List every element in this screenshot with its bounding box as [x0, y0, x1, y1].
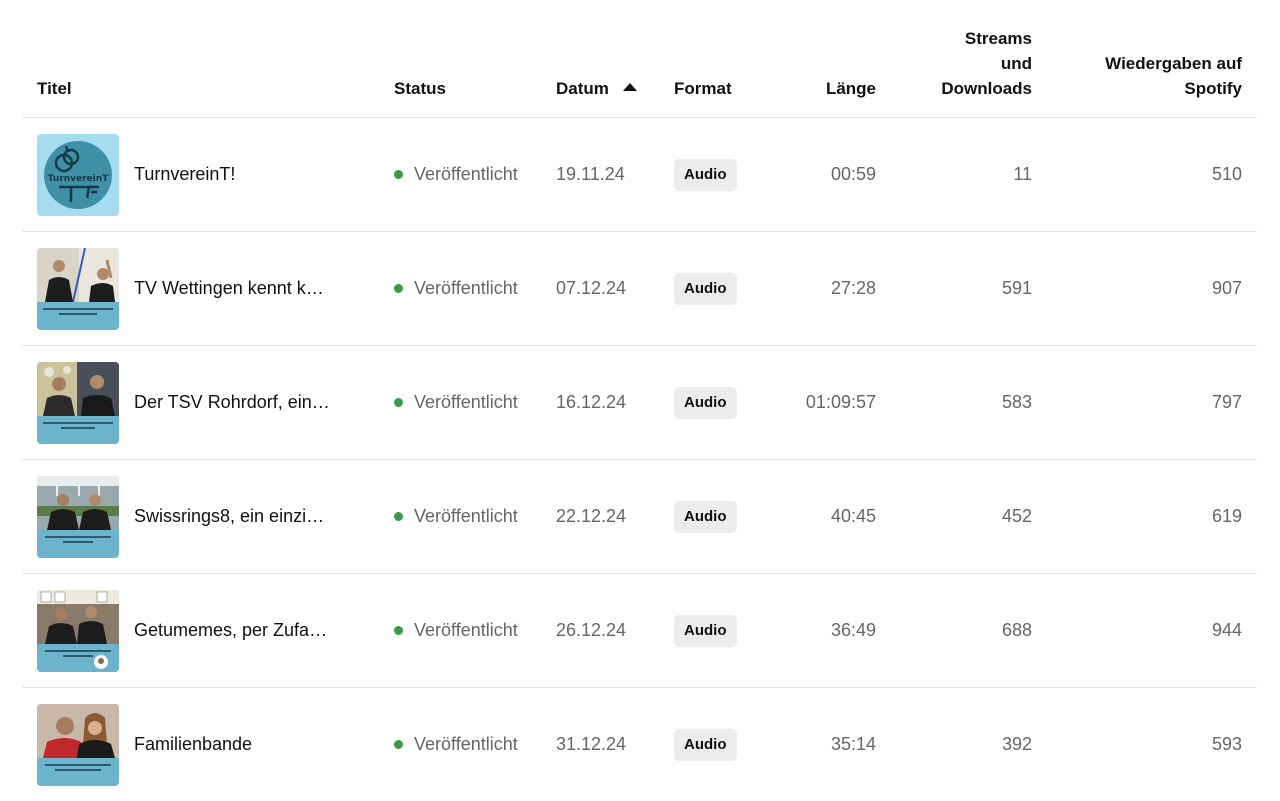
column-header-streams[interactable]: Streams und Downloads [941, 26, 1032, 101]
episode-length: 01:09:57 [805, 392, 876, 412]
status-dot-icon [394, 740, 403, 749]
spotify-plays-count: 907 [1211, 278, 1242, 298]
column-header-title-label: Titel [37, 79, 72, 98]
format-badge: Audio [674, 615, 737, 647]
episode-title[interactable]: Der TSV Rohrdorf, ein… [134, 346, 330, 459]
status-label: Veröffentlicht [414, 734, 518, 754]
status-dot-icon [394, 284, 403, 293]
status-label: Veröffentlicht [414, 392, 518, 412]
episode-date: 22.12.24 [556, 506, 627, 526]
column-header-streams-line1: Streams [964, 29, 1032, 48]
status-label: Veröffentlicht [414, 164, 518, 184]
status-cell: Veröffentlicht [394, 346, 518, 459]
spotify-plays-count: 593 [1211, 734, 1242, 754]
status-cell: Veröffentlicht [394, 688, 518, 801]
format-badge: Audio [674, 501, 737, 533]
status-cell: Veröffentlicht [394, 118, 518, 231]
episode-title[interactable]: Getumemes, per Zufa… [134, 574, 327, 687]
status-label: Veröffentlicht [414, 620, 518, 640]
column-header-date[interactable]: Datum [556, 76, 637, 101]
episode-row[interactable]: TV Wettingen kennt k… Veröffentlicht 07.… [22, 232, 1257, 346]
status-label: Veröffentlicht [414, 278, 518, 298]
spotify-plays-count: 619 [1211, 506, 1242, 526]
status-cell: Veröffentlicht [394, 574, 518, 687]
episode-cover-image [37, 362, 119, 444]
episode-cover-image [37, 476, 119, 558]
episode-cover-image [37, 704, 119, 786]
table-header: Titel Status Datum Format Länge Streams … [22, 0, 1257, 118]
column-header-format-label: Format [674, 79, 732, 98]
episode-date: 07.12.24 [556, 278, 627, 298]
episode-title[interactable]: TurnvereinT! [134, 118, 235, 231]
episodes-table: Titel Status Datum Format Länge Streams … [22, 0, 1257, 801]
episode-length: 35:14 [830, 734, 876, 754]
episode-date: 31.12.24 [556, 734, 627, 754]
episode-cover-image [37, 590, 119, 672]
episode-date: 26.12.24 [556, 620, 627, 640]
episode-length: 40:45 [830, 506, 876, 526]
column-header-streams-line3: Downloads [941, 79, 1032, 98]
column-header-length-label: Länge [825, 79, 876, 98]
column-header-streams-line2: und [1000, 54, 1032, 73]
cover-logo-text: TurnvereinT [48, 174, 109, 184]
spotify-plays-count: 510 [1211, 164, 1242, 184]
status-dot-icon [394, 626, 403, 635]
streams-downloads-count: 392 [1001, 734, 1032, 754]
streams-downloads-count: 591 [1001, 278, 1032, 298]
status-label: Veröffentlicht [414, 506, 518, 526]
column-header-spotify-line1: Wiedergaben auf [1105, 54, 1242, 73]
streams-downloads-count: 688 [1001, 620, 1032, 640]
format-badge: Audio [674, 159, 737, 191]
episode-length: 00:59 [830, 164, 876, 184]
spotify-plays-count: 944 [1211, 620, 1242, 640]
format-badge: Audio [674, 729, 737, 761]
column-header-status-label: Status [394, 79, 446, 98]
status-dot-icon [394, 398, 403, 407]
episode-row[interactable]: TurnvereinT TurnvereinT! Veröffentlicht … [22, 118, 1257, 232]
column-header-spotify[interactable]: Wiedergaben auf Spotify [1105, 51, 1242, 101]
format-badge: Audio [674, 273, 737, 305]
status-dot-icon [394, 170, 403, 179]
episode-length: 36:49 [830, 620, 876, 640]
format-badge: Audio [674, 387, 737, 419]
episode-title[interactable]: TV Wettingen kennt k… [134, 232, 324, 345]
streams-downloads-count: 452 [1001, 506, 1032, 526]
column-header-spotify-line2: Spotify [1184, 79, 1242, 98]
episode-date: 16.12.24 [556, 392, 627, 412]
status-cell: Veröffentlicht [394, 232, 518, 345]
column-header-title[interactable]: Titel [37, 76, 72, 101]
streams-downloads-count: 11 [1013, 164, 1032, 184]
column-header-date-label: Datum [556, 79, 609, 98]
episode-row[interactable]: Getumemes, per Zufa… Veröffentlicht 26.1… [22, 574, 1257, 688]
episode-row[interactable]: Der TSV Rohrdorf, ein… Veröffentlicht 16… [22, 346, 1257, 460]
episode-cover-image [37, 248, 119, 330]
column-header-status[interactable]: Status [394, 76, 446, 101]
column-header-format[interactable]: Format [674, 76, 732, 101]
episode-title[interactable]: Swissrings8, ein einzi… [134, 460, 324, 573]
spotify-plays-count: 797 [1211, 392, 1242, 412]
streams-downloads-count: 583 [1001, 392, 1032, 412]
episode-length: 27:28 [830, 278, 876, 298]
episode-cover-image: TurnvereinT [37, 134, 119, 216]
episode-title[interactable]: Familienbande [134, 688, 252, 801]
episode-row[interactable]: Familienbande Veröffentlicht 31.12.24 Au… [22, 688, 1257, 801]
episode-row[interactable]: Swissrings8, ein einzi… Veröffentlicht 2… [22, 460, 1257, 574]
episode-date: 19.11.24 [556, 164, 625, 184]
status-dot-icon [394, 512, 403, 521]
column-header-length[interactable]: Länge [826, 76, 876, 101]
sort-ascending-icon [622, 83, 637, 91]
status-cell: Veröffentlicht [394, 460, 518, 573]
